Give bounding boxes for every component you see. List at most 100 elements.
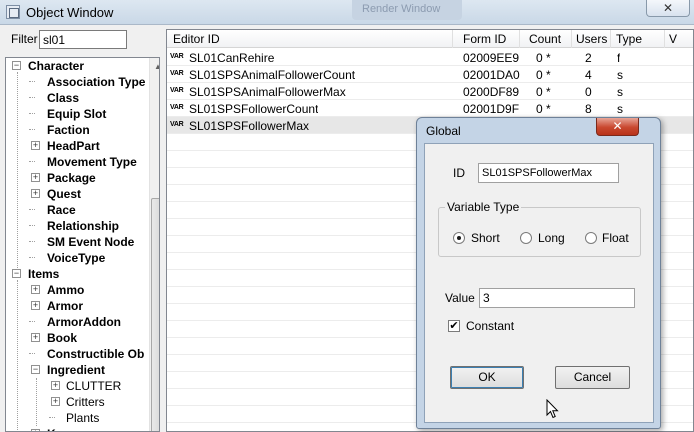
dialog-title: Global bbox=[426, 124, 461, 138]
tree-item-label[interactable]: Character bbox=[28, 59, 84, 73]
table-row[interactable]: VAR SL01SPSAnimalFollowerMax 0200DF89 0 * 0 s bbox=[167, 83, 693, 100]
tree-item-label[interactable]: Race bbox=[47, 203, 76, 217]
column-header-form-id[interactable]: Form ID bbox=[453, 30, 520, 48]
cancel-button[interactable]: Cancel bbox=[555, 366, 630, 389]
dialog-body: ID Variable Type Short Long Float Value … bbox=[424, 143, 654, 423]
tree-item-label[interactable]: CLUTTER bbox=[66, 379, 121, 393]
cell-editor-id: SL01SPSFollowerCount bbox=[189, 102, 319, 116]
cell-users: 0 bbox=[585, 85, 592, 99]
cell-type: s bbox=[617, 85, 623, 99]
cell-editor-id: SL01SPSFollowerMax bbox=[189, 119, 310, 133]
tree-connector bbox=[29, 225, 35, 226]
tree-item-label[interactable]: Constructible Ob bbox=[47, 347, 144, 361]
tree-connector bbox=[29, 209, 35, 210]
variable-type-label: Variable Type bbox=[445, 200, 522, 214]
column-header-value[interactable]: V bbox=[665, 30, 693, 48]
tree-item-label[interactable]: ArmorAddon bbox=[47, 315, 121, 329]
tree-connector bbox=[49, 417, 55, 418]
tree-item-label[interactable]: Plants bbox=[66, 411, 99, 425]
table-row[interactable]: VAR SL01SPSAnimalFollowerCount 02001DA0 0 *… bbox=[167, 66, 693, 83]
expand-icon[interactable]: + bbox=[51, 397, 60, 406]
tree-connector bbox=[29, 129, 35, 130]
expand-icon[interactable]: + bbox=[31, 301, 40, 310]
tree-item-label[interactable]: SM Event Node bbox=[47, 235, 134, 249]
id-input[interactable] bbox=[478, 163, 619, 183]
tree-item-label[interactable]: Items bbox=[28, 267, 59, 281]
cell-users: 8 bbox=[585, 102, 592, 116]
expand-icon[interactable]: + bbox=[31, 141, 40, 150]
background-window-title[interactable]: Render Window bbox=[352, 0, 462, 20]
tree-item-label[interactable]: Book bbox=[47, 331, 77, 345]
ok-button[interactable]: OK bbox=[450, 366, 524, 389]
tree-item-label[interactable]: Ingredient bbox=[47, 363, 105, 377]
value-label: Value bbox=[445, 291, 475, 305]
constant-label[interactable]: Constant bbox=[466, 319, 514, 333]
scroll-thumb[interactable] bbox=[151, 198, 159, 431]
table-row[interactable]: VAR SL01SPSFollowerCount 02001D9F 0 * 8 s bbox=[167, 100, 693, 117]
window-title: Object Window bbox=[26, 5, 114, 20]
filter-input[interactable] bbox=[39, 30, 127, 49]
dialog-close-button[interactable]: ✕ bbox=[596, 118, 639, 136]
cell-users: 2 bbox=[585, 51, 592, 65]
value-input[interactable] bbox=[479, 288, 635, 308]
radio-short[interactable] bbox=[453, 232, 465, 244]
tree-item-label[interactable]: Association Type bbox=[47, 75, 145, 89]
tree-item-label[interactable]: HeadPart bbox=[47, 139, 100, 153]
tree-item-label[interactable]: Ammo bbox=[47, 283, 84, 297]
tree-connector bbox=[29, 241, 35, 242]
tree-item-label[interactable]: Faction bbox=[47, 123, 90, 137]
collapse-icon[interactable]: − bbox=[31, 365, 40, 374]
expand-icon[interactable]: + bbox=[51, 381, 60, 390]
category-tree[interactable]: − Character Association Type Class Equip Slo… bbox=[5, 57, 160, 432]
radio-float[interactable] bbox=[585, 232, 597, 244]
column-header-editor-id[interactable]: Editor ID bbox=[167, 30, 453, 48]
filter-label: Filter bbox=[11, 32, 38, 46]
tree-item-label[interactable]: Package bbox=[47, 171, 96, 185]
expand-icon[interactable]: + bbox=[31, 189, 40, 198]
tree-item-label[interactable]: Equip Slot bbox=[47, 107, 106, 121]
close-button[interactable]: ✕ bbox=[646, 0, 690, 17]
radio-long[interactable] bbox=[520, 232, 532, 244]
tree-item-label[interactable]: Key bbox=[47, 427, 69, 431]
expand-icon[interactable]: + bbox=[31, 285, 40, 294]
tree-connector bbox=[29, 113, 35, 114]
tree-item-label[interactable]: Class bbox=[47, 91, 79, 105]
collapse-icon[interactable]: − bbox=[12, 61, 21, 70]
tree-connector bbox=[29, 97, 35, 98]
column-header-users[interactable]: Users bbox=[572, 30, 611, 48]
expand-icon[interactable]: + bbox=[31, 173, 40, 182]
tree-item-label[interactable]: VoiceType bbox=[47, 251, 105, 265]
tree-scrollbar[interactable]: ▲ bbox=[149, 58, 159, 431]
radio-float-label[interactable]: Float bbox=[602, 231, 629, 245]
column-header-count[interactable]: Count bbox=[520, 30, 572, 48]
tree-item-label[interactable]: Critters bbox=[66, 395, 105, 409]
cell-editor-id: SL01SPSAnimalFollowerCount bbox=[189, 68, 356, 82]
cell-count: 0 * bbox=[536, 51, 551, 65]
tree-connector bbox=[29, 321, 35, 322]
global-variable-icon: VAR bbox=[170, 70, 184, 77]
constant-checkbox[interactable]: ✔ bbox=[448, 320, 460, 332]
cell-users: 4 bbox=[585, 68, 592, 82]
radio-short-label[interactable]: Short bbox=[471, 231, 500, 245]
tree-guide-line bbox=[17, 72, 18, 278]
tree-item-label[interactable]: Quest bbox=[47, 187, 81, 201]
object-window: Object Window Render Window ✕ Filter −Ch… bbox=[0, 0, 694, 432]
tree-item-label[interactable]: Armor bbox=[47, 299, 83, 313]
expand-icon[interactable]: + bbox=[31, 333, 40, 342]
tree-guide-line bbox=[36, 378, 37, 426]
global-dialog: Global ✕ ID Variable Type Short Long Flo… bbox=[416, 117, 661, 429]
id-label: ID bbox=[453, 166, 465, 180]
tree-connector bbox=[29, 161, 35, 162]
tree-item-label[interactable]: Relationship bbox=[47, 219, 119, 233]
table-row[interactable]: VAR SL01CanRehire 02009EE9 0 * 2 f bbox=[167, 49, 693, 66]
scroll-up-icon[interactable]: ▲ bbox=[150, 58, 159, 75]
cell-form-id: 0200DF89 bbox=[463, 85, 520, 99]
cell-editor-id: SL01SPSAnimalFollowerMax bbox=[189, 85, 346, 99]
cell-type: s bbox=[617, 68, 623, 82]
window-icon bbox=[6, 5, 20, 19]
cell-form-id: 02001DA0 bbox=[463, 68, 520, 82]
tree-item-label[interactable]: Movement Type bbox=[47, 155, 137, 169]
radio-long-label[interactable]: Long bbox=[538, 231, 565, 245]
column-header-type[interactable]: Type bbox=[611, 30, 665, 48]
collapse-icon[interactable]: − bbox=[12, 269, 21, 278]
